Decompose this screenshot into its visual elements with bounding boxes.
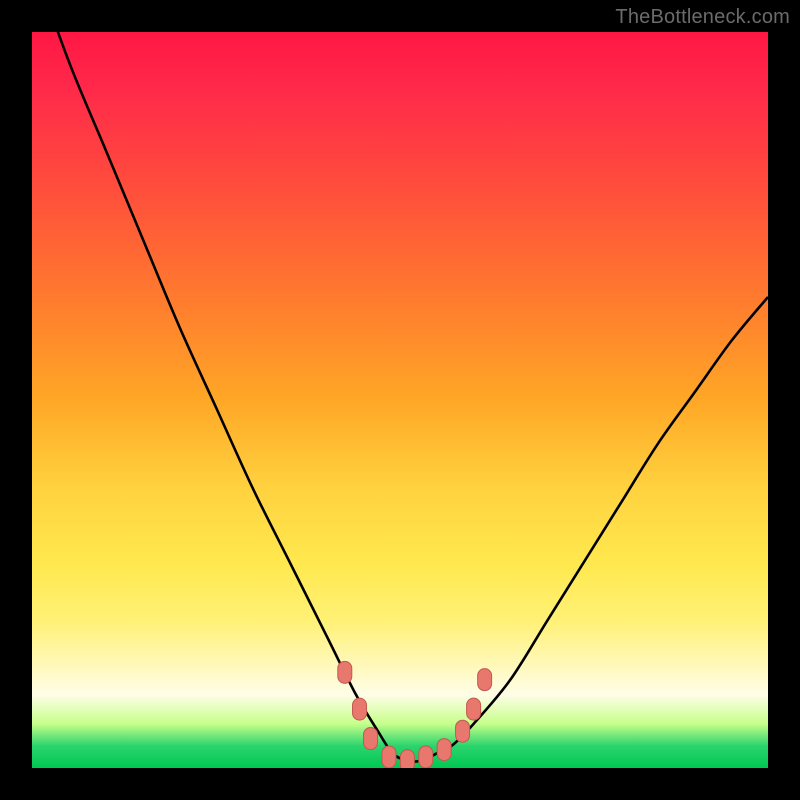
bottleneck-curve [32,32,768,768]
curve-marker [467,698,481,720]
curve-marker [419,746,433,768]
curve-line [32,32,768,762]
curve-markers [338,661,492,768]
curve-marker [400,750,414,768]
curve-marker [382,746,396,768]
curve-marker [478,669,492,691]
chart-frame: TheBottleneck.com [0,0,800,800]
curve-marker [456,720,470,742]
plot-area [32,32,768,768]
watermark-text: TheBottleneck.com [615,6,790,29]
curve-marker [437,739,451,761]
curve-marker [338,661,352,683]
curve-marker [364,728,378,750]
curve-marker [353,698,367,720]
